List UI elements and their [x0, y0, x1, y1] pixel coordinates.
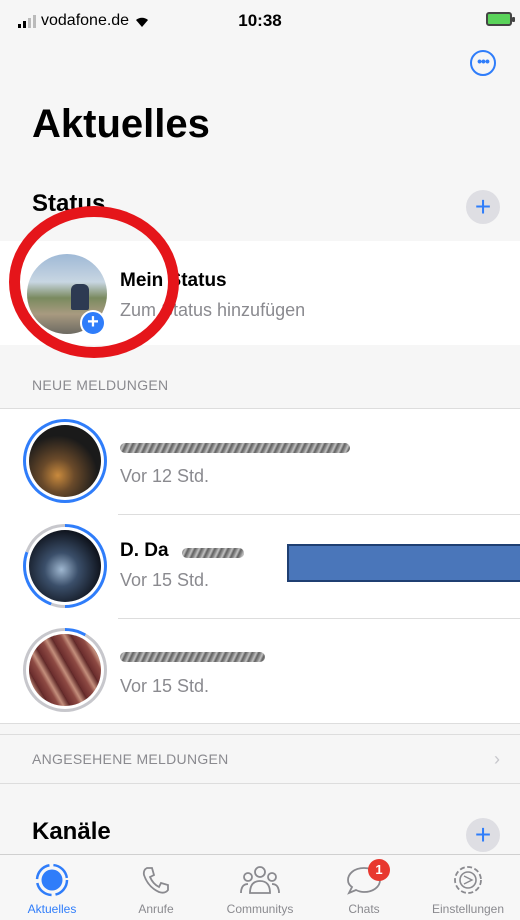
redacted-name-scribble — [182, 548, 244, 558]
seen-updates-row[interactable]: ANGESEHENE MELDUNGEN › — [0, 734, 520, 784]
row-divider — [118, 618, 520, 619]
updates-icon — [0, 861, 104, 899]
unread-badge: 1 — [368, 859, 390, 881]
plus-icon: + — [474, 191, 492, 222]
add-status-button[interactable]: + — [466, 190, 500, 224]
status-bar: vodafone.de 10:38 — [0, 0, 520, 44]
gear-icon — [416, 861, 520, 899]
status-time: Vor 12 Std. — [120, 466, 210, 486]
tab-label: Aktuelles — [27, 902, 77, 916]
tab-settings[interactable]: Einstellungen — [416, 861, 520, 916]
tab-label: Einstellungen — [431, 902, 505, 916]
status-time: Vor 15 Std. — [120, 676, 210, 696]
contact-avatar — [29, 634, 101, 706]
tab-calls[interactable]: Anrufe — [104, 861, 208, 916]
status-ring[interactable] — [23, 419, 107, 503]
ellipsis-icon: ••• — [477, 53, 490, 69]
status-time: Vor 15 Std. — [120, 570, 210, 590]
row-divider — [118, 514, 520, 515]
battery-icon — [486, 12, 515, 26]
seen-updates-label: ANGESEHENE MELDUNGEN — [32, 751, 229, 767]
status-ring[interactable] — [23, 628, 107, 712]
chevron-right-icon: › — [494, 749, 500, 769]
contact-avatar — [29, 530, 101, 602]
add-channel-button[interactable]: + — [466, 818, 500, 852]
tab-bar: Aktuelles Anrufe Communitys 1 Chats Eins… — [0, 854, 520, 920]
contact-name: D. Da — [120, 540, 169, 561]
contact-avatar — [29, 425, 101, 497]
new-updates-label: NEUE MELDUNGEN — [32, 377, 169, 393]
chat-icon: 1 — [312, 859, 416, 899]
communities-icon — [208, 861, 312, 899]
more-options-button[interactable]: ••• — [470, 50, 496, 76]
tab-chats[interactable]: 1 Chats — [312, 859, 416, 916]
clock: 10:38 — [238, 11, 282, 30]
highlight-annotation-circle — [9, 206, 179, 358]
channels-title: Kanäle — [32, 818, 111, 845]
tab-label: Chats — [348, 902, 380, 916]
plus-icon: + — [474, 819, 492, 850]
page-title: Aktuelles — [32, 102, 210, 146]
redaction-box — [287, 544, 520, 582]
status-ring[interactable] — [23, 524, 107, 608]
tab-communities[interactable]: Communitys — [208, 861, 312, 916]
tab-label: Anrufe — [138, 902, 174, 916]
phone-icon — [104, 861, 208, 899]
redacted-name-scribble — [120, 443, 350, 453]
redacted-name-scribble — [120, 652, 265, 662]
tab-updates[interactable]: Aktuelles — [0, 861, 104, 916]
tab-label: Communitys — [226, 902, 294, 916]
